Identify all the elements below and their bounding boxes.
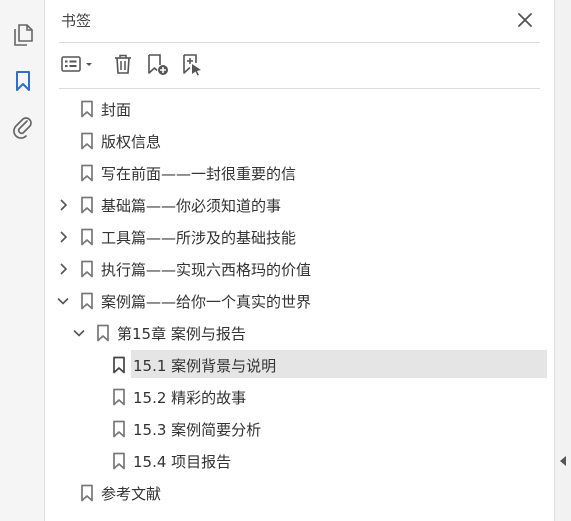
bookmark-item[interactable]: 15.4 项目报告 [45,446,554,474]
toolbar-divider [59,88,540,89]
panel-edge [554,0,571,521]
chevron-right-icon[interactable] [56,262,70,276]
bookmark-item-label: 工具篇——所涉及的基础技能 [101,229,297,247]
add-bookmark-from-structure-icon[interactable] [179,50,205,78]
chevron-down-icon[interactable] [56,294,70,308]
bookmark-item-label: 第15章 案例与报告 [117,325,246,343]
bookmark-item-icon [80,100,94,118]
bookmark-item-label: 15.2 精彩的故事 [133,389,247,407]
bookmark-item-label: 封面 [101,101,132,119]
attachment-icon[interactable] [10,114,36,140]
bookmark-item-icon [80,260,94,278]
bookmark-item[interactable]: 封面 [45,94,554,122]
bookmark-item-icon [80,484,94,502]
bookmark-item-label: 案例篇——给你一个真实的世界 [101,293,312,311]
bookmark-item-icon [112,388,126,406]
panel-title: 书签 [61,12,92,30]
bookmark-item[interactable]: 15.1 案例背景与说明 [45,350,554,378]
bookmark-icon[interactable] [10,68,36,94]
options-menu-icon[interactable] [59,50,99,78]
bookmark-item[interactable]: 参考文献 [45,478,554,506]
bookmark-item[interactable]: 15.2 精彩的故事 [45,382,554,410]
bookmark-item-label: 15.3 案例简要分析 [133,421,262,439]
bookmark-item[interactable]: 15.3 案例简要分析 [45,414,554,442]
bookmark-item-icon [80,164,94,182]
bookmark-item-label: 写在前面——一封很重要的信 [101,165,297,183]
chevron-down-icon[interactable] [72,326,86,340]
left-rail [0,0,45,521]
pages-icon[interactable] [10,22,36,48]
bookmark-item-label: 执行篇——实现六西格玛的价值 [101,261,312,279]
bookmark-item-icon [80,228,94,246]
bookmark-item[interactable]: 第15章 案例与报告 [45,318,554,346]
bookmark-item-label: 15.4 项目报告 [133,453,232,471]
bookmark-item[interactable]: 基础篇——你必须知道的事 [45,190,554,218]
bookmark-item-icon [80,132,94,150]
bookmark-item-label: 15.1 案例背景与说明 [133,357,277,375]
chevron-right-icon[interactable] [56,198,70,212]
bookmark-item-icon [96,324,110,342]
bookmark-item-icon [112,420,126,438]
bookmark-item-icon [112,452,126,470]
bookmark-item[interactable]: 版权信息 [45,126,554,154]
bookmarks-panel: 书签 封面 版权信息 写在前面——一封很重要的信 基础篇——你必须知道的事 工具… [45,0,554,521]
collapse-panel-arrow-icon[interactable] [559,452,567,466]
header-divider [59,42,540,43]
new-bookmark-icon[interactable] [145,50,171,78]
chevron-right-icon[interactable] [56,230,70,244]
bookmark-item[interactable]: 执行篇——实现六西格玛的价值 [45,254,554,282]
bookmark-item[interactable]: 工具篇——所涉及的基础技能 [45,222,554,250]
bookmark-item-icon [112,356,126,374]
bookmark-item[interactable]: 案例篇——给你一个真实的世界 [45,286,554,314]
bookmark-item-icon [80,292,94,310]
bookmark-item-icon [80,196,94,214]
bookmark-item-label: 版权信息 [101,133,162,151]
delete-icon[interactable] [111,50,135,78]
bookmark-item-label: 基础篇——你必须知道的事 [101,197,282,215]
bookmark-item-label: 参考文献 [101,485,162,503]
close-icon[interactable] [515,10,535,30]
bookmark-item[interactable]: 写在前面——一封很重要的信 [45,158,554,186]
